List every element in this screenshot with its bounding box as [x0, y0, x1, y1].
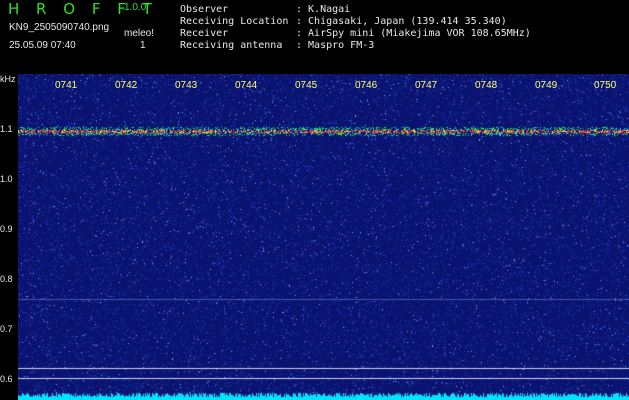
receiver-value: : AirSpy mini (Miakejima VOR 108.65MHz) — [296, 28, 531, 39]
observer-label: Observer — [180, 4, 229, 15]
time-label-0745: 0745 — [295, 80, 318, 91]
freq-tick-0.9: 0.9 — [0, 224, 13, 234]
frequency-axis — [0, 74, 18, 400]
freq-tick-0.7: 0.7 — [0, 324, 13, 334]
image-filename: KN9_2505090740.png — [9, 22, 110, 33]
location-value: : Chigasaki, Japan (139.414 35.340) — [296, 16, 507, 27]
freq-tick-1.1: 1.1 — [0, 124, 13, 134]
time-label-0749: 0749 — [535, 80, 558, 91]
time-label-0750: 0750 — [594, 80, 617, 91]
freq-tick-0.6: 0.6 — [0, 374, 13, 384]
meleo-label: meleo! — [124, 28, 155, 39]
antenna-label: Receiving antenna — [180, 40, 283, 51]
freq-tick-1.0: 1.0 — [0, 174, 13, 184]
time-label-0741: 0741 — [55, 80, 78, 91]
antenna-value: : Maspro FM-3 — [296, 40, 375, 51]
spectrogram-canvas — [18, 74, 629, 400]
time-label-0744: 0744 — [235, 80, 258, 91]
time-label-0743: 0743 — [175, 80, 198, 91]
time-label-0747: 0747 — [415, 80, 438, 91]
header-panel: H R O F F T 1.0.0f KN9_2505090740.png me… — [0, 0, 629, 74]
time-label-0742: 0742 — [115, 80, 138, 91]
freq-tick-0.8: 0.8 — [0, 274, 13, 284]
time-label-0746: 0746 — [355, 80, 378, 91]
time-label-0748: 0748 — [475, 80, 498, 91]
observer-value: : K.Nagai — [296, 4, 351, 15]
observation-datetime: 25.05.09 07:40 — [9, 40, 76, 51]
meleo-value: 1 — [140, 40, 146, 51]
app-version: 1.0.0f — [124, 2, 150, 13]
frequency-unit-label: kHz — [0, 74, 16, 84]
location-label: Receiving Location — [180, 16, 289, 27]
receiver-label: Receiver — [180, 28, 229, 39]
